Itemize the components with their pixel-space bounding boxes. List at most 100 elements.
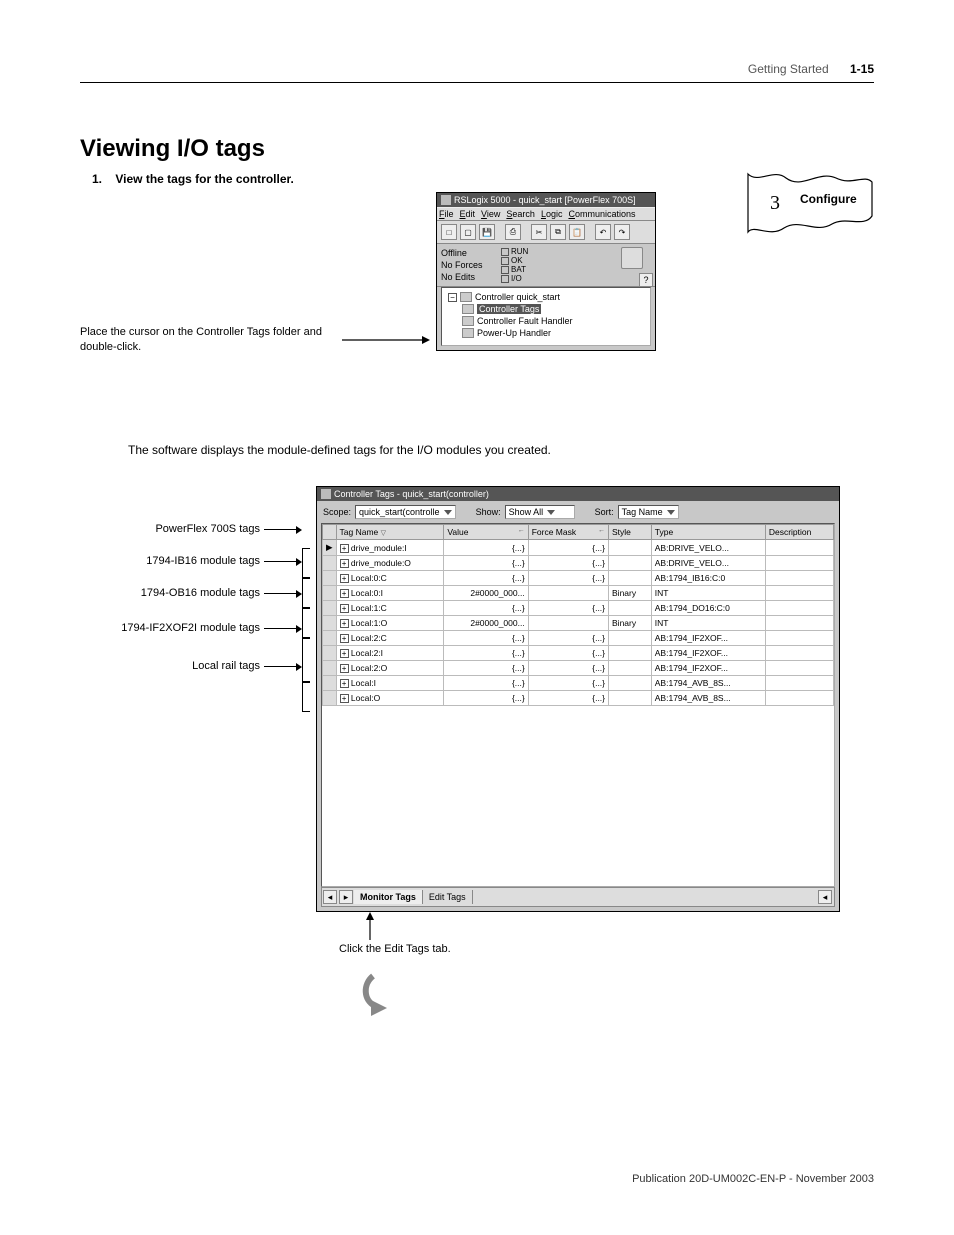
toolbar-paste-icon[interactable]: 📋 bbox=[569, 224, 585, 240]
cell-desc[interactable] bbox=[765, 556, 833, 571]
tree-controller-tags[interactable]: Controller Tags bbox=[444, 303, 648, 315]
menu-edit[interactable]: Edit bbox=[460, 209, 476, 219]
toolbar-new-icon[interactable]: □ bbox=[441, 224, 457, 240]
cell-tagname[interactable]: + Local:2:I bbox=[336, 646, 444, 661]
cell-tagname[interactable]: + Local:2:O bbox=[336, 661, 444, 676]
cell-tagname[interactable]: + Local:2:C bbox=[336, 631, 444, 646]
expand-icon[interactable]: + bbox=[340, 589, 349, 598]
cell-style[interactable]: Binary bbox=[609, 586, 652, 601]
col-style[interactable]: Style bbox=[609, 525, 652, 540]
col-force[interactable]: Force Mask ← bbox=[528, 525, 608, 540]
cell-value[interactable]: {...} bbox=[444, 646, 528, 661]
expand-icon[interactable]: + bbox=[340, 604, 349, 613]
cell-style[interactable] bbox=[609, 601, 652, 616]
cell-style[interactable] bbox=[609, 691, 652, 706]
cell-desc[interactable] bbox=[765, 691, 833, 706]
cell-desc[interactable] bbox=[765, 616, 833, 631]
cell-tagname[interactable]: + Local:I bbox=[336, 676, 444, 691]
col-value[interactable]: Value ← bbox=[444, 525, 528, 540]
toolbar-cut-icon[interactable]: ✂ bbox=[531, 224, 547, 240]
toolbar-redo-icon[interactable]: ↷ bbox=[614, 224, 630, 240]
cell-value[interactable]: 2#0000_000... bbox=[444, 616, 528, 631]
col-tagname[interactable]: Tag Name ▽ bbox=[336, 525, 444, 540]
cell-desc[interactable] bbox=[765, 586, 833, 601]
tab-edit[interactable]: Edit Tags bbox=[423, 890, 473, 904]
table-row[interactable]: + Local:0:I2#0000_000...BinaryINT bbox=[323, 586, 834, 601]
cell-style[interactable]: Binary bbox=[609, 616, 652, 631]
expand-icon[interactable]: + bbox=[340, 619, 349, 628]
tree-powerup-handler[interactable]: Power-Up Handler bbox=[444, 327, 648, 339]
cell-force[interactable]: {...} bbox=[528, 571, 608, 586]
cell-value[interactable]: {...} bbox=[444, 661, 528, 676]
col-mark[interactable] bbox=[323, 525, 337, 540]
cell-tagname[interactable]: + Local:1:C bbox=[336, 601, 444, 616]
toolbar-open-icon[interactable]: ▢ bbox=[460, 224, 476, 240]
cell-tagname[interactable]: + Local:0:C bbox=[336, 571, 444, 586]
table-row[interactable]: + Local:O{...}{...}AB:1794_AVB_8S... bbox=[323, 691, 834, 706]
expand-icon[interactable]: + bbox=[340, 574, 349, 583]
menu-search[interactable]: Search bbox=[506, 209, 535, 219]
cell-style[interactable] bbox=[609, 646, 652, 661]
cell-tagname[interactable]: + Local:1:O bbox=[336, 616, 444, 631]
cell-style[interactable] bbox=[609, 661, 652, 676]
show-select[interactable]: Show All bbox=[505, 505, 575, 519]
toolbar-save-icon[interactable]: 💾 bbox=[479, 224, 495, 240]
cell-value[interactable]: {...} bbox=[444, 556, 528, 571]
collapse-icon[interactable]: − bbox=[448, 293, 457, 302]
cell-force[interactable]: {...} bbox=[528, 676, 608, 691]
toolbar-copy-icon[interactable]: ⧉ bbox=[550, 224, 566, 240]
tab-scroll-right-icon[interactable]: ▸ bbox=[339, 890, 353, 904]
menu-comms[interactable]: Communications bbox=[568, 209, 635, 219]
cell-force[interactable]: {...} bbox=[528, 691, 608, 706]
toolbar-print-icon[interactable]: ⎙ bbox=[505, 224, 521, 240]
cell-tagname[interactable]: + Local:O bbox=[336, 691, 444, 706]
menu-view[interactable]: View bbox=[481, 209, 500, 219]
key-switch-icon[interactable] bbox=[621, 247, 643, 269]
cell-force[interactable]: {...} bbox=[528, 631, 608, 646]
rslogix-titlebar[interactable]: RSLogix 5000 - quick_start [PowerFlex 70… bbox=[437, 193, 655, 207]
cell-force[interactable]: {...} bbox=[528, 556, 608, 571]
menubar[interactable]: File Edit View Search Logic Communicatio… bbox=[437, 207, 655, 221]
bat-checkbox[interactable] bbox=[501, 266, 509, 274]
cell-desc[interactable] bbox=[765, 571, 833, 586]
help-icon[interactable]: ? bbox=[639, 273, 653, 287]
cell-value[interactable]: {...} bbox=[444, 571, 528, 586]
expand-icon[interactable]: + bbox=[340, 544, 349, 553]
cell-force[interactable]: {...} bbox=[528, 661, 608, 676]
table-row[interactable]: + Local:I{...}{...}AB:1794_AVB_8S... bbox=[323, 676, 834, 691]
cell-force[interactable]: {...} bbox=[528, 540, 608, 556]
io-checkbox[interactable] bbox=[501, 275, 509, 283]
expand-icon[interactable]: + bbox=[340, 634, 349, 643]
cell-desc[interactable] bbox=[765, 661, 833, 676]
menu-logic[interactable]: Logic bbox=[541, 209, 563, 219]
expand-icon[interactable]: + bbox=[340, 664, 349, 673]
cell-tagname[interactable]: + drive_module:I bbox=[336, 540, 444, 556]
cell-desc[interactable] bbox=[765, 540, 833, 556]
cell-style[interactable] bbox=[609, 571, 652, 586]
cell-desc[interactable] bbox=[765, 676, 833, 691]
run-checkbox[interactable] bbox=[501, 248, 509, 256]
ok-checkbox[interactable] bbox=[501, 257, 509, 265]
ctags-titlebar[interactable]: Controller Tags - quick_start(controller… bbox=[317, 487, 839, 501]
cell-force[interactable]: {...} bbox=[528, 646, 608, 661]
tree-root[interactable]: − Controller quick_start bbox=[444, 291, 648, 303]
table-row[interactable]: + Local:2:O{...}{...}AB:1794_IF2XOF... bbox=[323, 661, 834, 676]
scope-select[interactable]: quick_start(controlle bbox=[355, 505, 456, 519]
cell-value[interactable]: {...} bbox=[444, 601, 528, 616]
cell-tagname[interactable]: + drive_module:O bbox=[336, 556, 444, 571]
col-type[interactable]: Type bbox=[651, 525, 765, 540]
cell-desc[interactable] bbox=[765, 646, 833, 661]
cell-force[interactable]: {...} bbox=[528, 601, 608, 616]
expand-icon[interactable]: + bbox=[340, 694, 349, 703]
table-row[interactable]: + Local:1:C{...}{...}AB:1794_DO16:C:0 bbox=[323, 601, 834, 616]
cell-value[interactable]: {...} bbox=[444, 631, 528, 646]
table-row[interactable]: ▶+ drive_module:I{...}{...}AB:DRIVE_VELO… bbox=[323, 540, 834, 556]
tab-monitor[interactable]: Monitor Tags bbox=[354, 890, 423, 904]
cell-style[interactable] bbox=[609, 556, 652, 571]
cell-style[interactable] bbox=[609, 631, 652, 646]
sort-select[interactable]: Tag Name bbox=[618, 505, 679, 519]
tab-scroll-left-icon[interactable]: ◂ bbox=[323, 890, 337, 904]
expand-icon[interactable]: + bbox=[340, 649, 349, 658]
cell-tagname[interactable]: + Local:0:I bbox=[336, 586, 444, 601]
tree-fault-handler[interactable]: Controller Fault Handler bbox=[444, 315, 648, 327]
